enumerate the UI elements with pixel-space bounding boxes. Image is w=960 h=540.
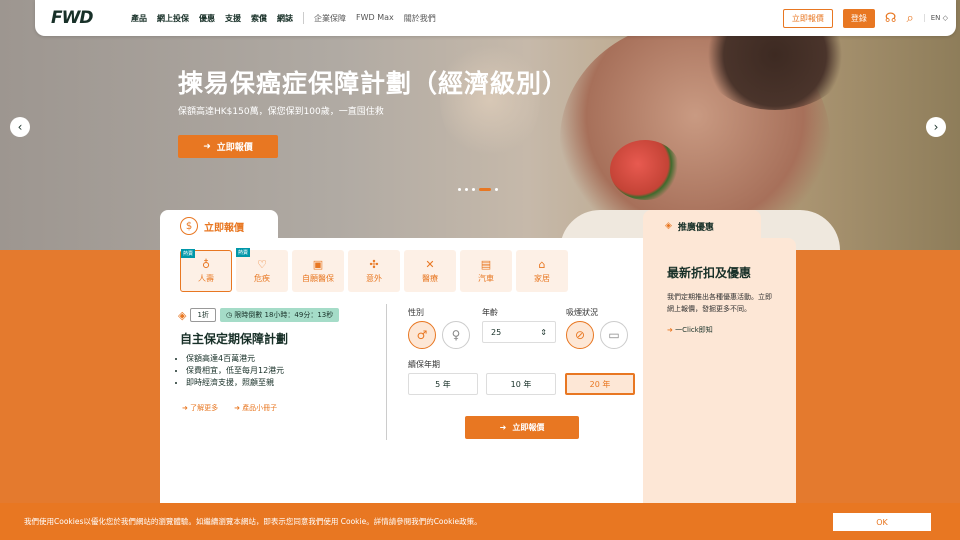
term-20[interactable]: 20 年 [565, 373, 635, 395]
category-label: 危疾 [254, 274, 270, 283]
cigarette-icon: ▭ [608, 328, 620, 342]
submit-quote-button[interactable]: ➜ 立即報價 [465, 416, 579, 439]
hero-title: 揀易保癌症保障計劃（經濟級別） [178, 69, 569, 98]
divider [386, 304, 387, 440]
hero-quote-button[interactable]: ➜ 立即報價 [178, 135, 278, 158]
promo-body: 我們定期推出各種優惠活動。立即網上報價，發掘更多不同。 [667, 293, 772, 313]
nav-item-blog[interactable]: 網誌 [277, 13, 293, 24]
nav-item-about[interactable]: 關於我們 [404, 13, 436, 24]
discount-badge: 1折 [190, 308, 216, 322]
hero-banner: 揀易保癌症保障計劃（經濟級別） 保額高達HK$150萬，保您保到100歲，一直囤… [0, 0, 960, 250]
category-icon: ⌂ [538, 258, 546, 271]
category-0[interactable]: 熱賣 ♁ 人壽 [180, 249, 232, 292]
search-icon[interactable]: ⌕ [906, 11, 913, 26]
cookie-ok-button[interactable]: OK [833, 513, 931, 531]
nav-quote-button[interactable]: 立即報價 [782, 8, 833, 28]
category-label: 自願醫保 [302, 274, 334, 283]
plan-title: 自主保定期保障計劃 [180, 332, 289, 346]
category-label: 人壽 [198, 274, 214, 283]
term-5[interactable]: 5 年 [408, 373, 478, 395]
top-nav: FWD 產品 網上投保 優惠 支援 索償 網誌 企業保障 FWD Max 關於我… [35, 0, 956, 36]
nav-item-online[interactable]: 網上投保 [157, 13, 189, 24]
category-label: 汽車 [478, 274, 494, 283]
carousel-prev-button[interactable]: ‹ [10, 117, 30, 137]
smoker-option[interactable]: ▭ [600, 321, 628, 349]
updown-icon: ⇕ [540, 328, 547, 337]
hot-badge: 熱賣 [236, 248, 251, 257]
arrow-right-icon: ➜ [499, 423, 507, 432]
nav-item-offers[interactable]: 優惠 [199, 13, 215, 24]
chevron-right-icon: › [933, 120, 939, 134]
promo-panel: 最新折扣及優惠 我們定期推出各種優惠活動。立即網上報價，發掘更多不同。 ➜ 一C… [643, 238, 796, 518]
promo-link[interactable]: ➜ 一Click即知 [667, 325, 772, 335]
category-icon: ▣ [312, 258, 324, 271]
age-select[interactable]: 25 ⇕ [482, 321, 556, 343]
term-label: 續保年期 [408, 360, 440, 369]
category-4[interactable]: ✕ 醫療 [404, 250, 456, 292]
carousel-dot-active[interactable] [479, 188, 491, 191]
no-smoking-icon: ⊘ [574, 328, 586, 342]
category-1[interactable]: 熱賣 ♡ 危疾 [236, 248, 288, 292]
gender-label: 性別 [408, 308, 424, 317]
category-3[interactable]: ✣ 意外 [348, 250, 400, 292]
brochure-link[interactable]: ➜ 產品小冊子 [234, 403, 277, 413]
carousel-dots [458, 188, 498, 191]
plan-bullets: 保額高達4百萬港元 保費相宜，低至每月12港元 即時經濟支援，照顧至親 [186, 353, 284, 389]
hero-subtitle: 保額高達HK$150萬，保您保到100歲，一直囤住救 [178, 107, 384, 117]
promo-title: 最新折扣及優惠 [667, 266, 752, 280]
list-item: 即時經濟支援，照顧至親 [186, 377, 284, 389]
nav-item-support[interactable]: 支援 [225, 13, 241, 24]
category-icon: ✕ [425, 258, 435, 271]
nav-divider [303, 12, 304, 24]
category-5[interactable]: ▤ 汽車 [460, 250, 512, 292]
quote-panel: 熱賣 ♁ 人壽 熱賣 ♡ 危疾 ▣ 自願醫保 ✣ 意外 ✕ 醫療 ▤ 汽車 ⌂ 家居 ◈ 1折 ◷ 限時倒數 … [160, 238, 656, 518]
category-icon: ✣ [369, 258, 379, 271]
male-option[interactable]: ♂ [408, 321, 436, 349]
tag-icon: ◈ [665, 221, 672, 231]
timer-badge: ◷ 限時倒數 18小時：49分：13秒 [219, 308, 340, 322]
list-item: 保費相宜，低至每月12港元 [186, 365, 284, 377]
nav-item-fwdmax[interactable]: FWD Max [356, 13, 394, 24]
carousel-dot[interactable] [465, 188, 468, 191]
carousel-dot[interactable] [458, 188, 461, 191]
promo-badges: ◈ 1折 ◷ 限時倒數 18小時：49分：13秒 [178, 308, 340, 322]
dollar-icon: $ [180, 217, 198, 235]
category-icon: ♡ [257, 258, 267, 271]
cookie-text: 我們使用Cookies以優化您於我們網站的瀏覽體驗。如繼續瀏覽本網站，即表示您同… [24, 517, 482, 526]
nav-item-corporate[interactable]: 企業保障 [314, 13, 346, 24]
hot-badge: 熱賣 [181, 249, 196, 258]
chevron-left-icon: ‹ [17, 120, 23, 134]
carousel-dot[interactable] [472, 188, 475, 191]
category-icon: ▤ [480, 258, 492, 271]
category-list: 熱賣 ♁ 人壽 熱賣 ♡ 危疾 ▣ 自願醫保 ✣ 意外 ✕ 醫療 ▤ 汽車 ⌂ 家居 [180, 248, 568, 292]
clock-icon: ◷ [225, 311, 233, 319]
female-icon: ♀ [451, 328, 461, 342]
carousel-next-button[interactable]: › [926, 117, 946, 137]
category-icon: ♁ [201, 258, 211, 271]
category-2[interactable]: ▣ 自願醫保 [292, 250, 344, 292]
age-label: 年齡 [482, 308, 498, 317]
male-icon: ♂ [416, 328, 428, 342]
tag-icon: ◈ [178, 308, 187, 322]
nav-item-products[interactable]: 產品 [131, 13, 147, 24]
nav-item-claims[interactable]: 索償 [251, 13, 267, 24]
non-smoker-option[interactable]: ⊘ [566, 321, 594, 349]
list-item: 保額高達4百萬港元 [186, 353, 284, 365]
female-option[interactable]: ♀ [442, 321, 470, 349]
arrow-right-icon: ➜ [667, 326, 673, 334]
fwd-logo[interactable]: FWD [51, 8, 115, 28]
smoke-label: 吸煙狀況 [566, 308, 598, 317]
headset-icon[interactable]: ☊ [885, 11, 897, 26]
language-selector[interactable]: EN ◇ [923, 14, 948, 22]
category-6[interactable]: ⌂ 家居 [516, 250, 568, 292]
learn-more-link[interactable]: ➜ 了解更多 [182, 403, 218, 413]
login-button[interactable]: 登錄 [842, 8, 875, 28]
arrow-right-icon: ➜ [203, 141, 211, 152]
category-label: 醫療 [422, 274, 438, 283]
cookie-banner: 我們使用Cookies以優化您於我們網站的瀏覽體驗。如繼續瀏覽本網站，即表示您同… [0, 503, 960, 540]
category-label: 家居 [534, 274, 550, 283]
carousel-dot[interactable] [495, 188, 498, 191]
category-label: 意外 [366, 274, 382, 283]
term-10[interactable]: 10 年 [486, 373, 556, 395]
